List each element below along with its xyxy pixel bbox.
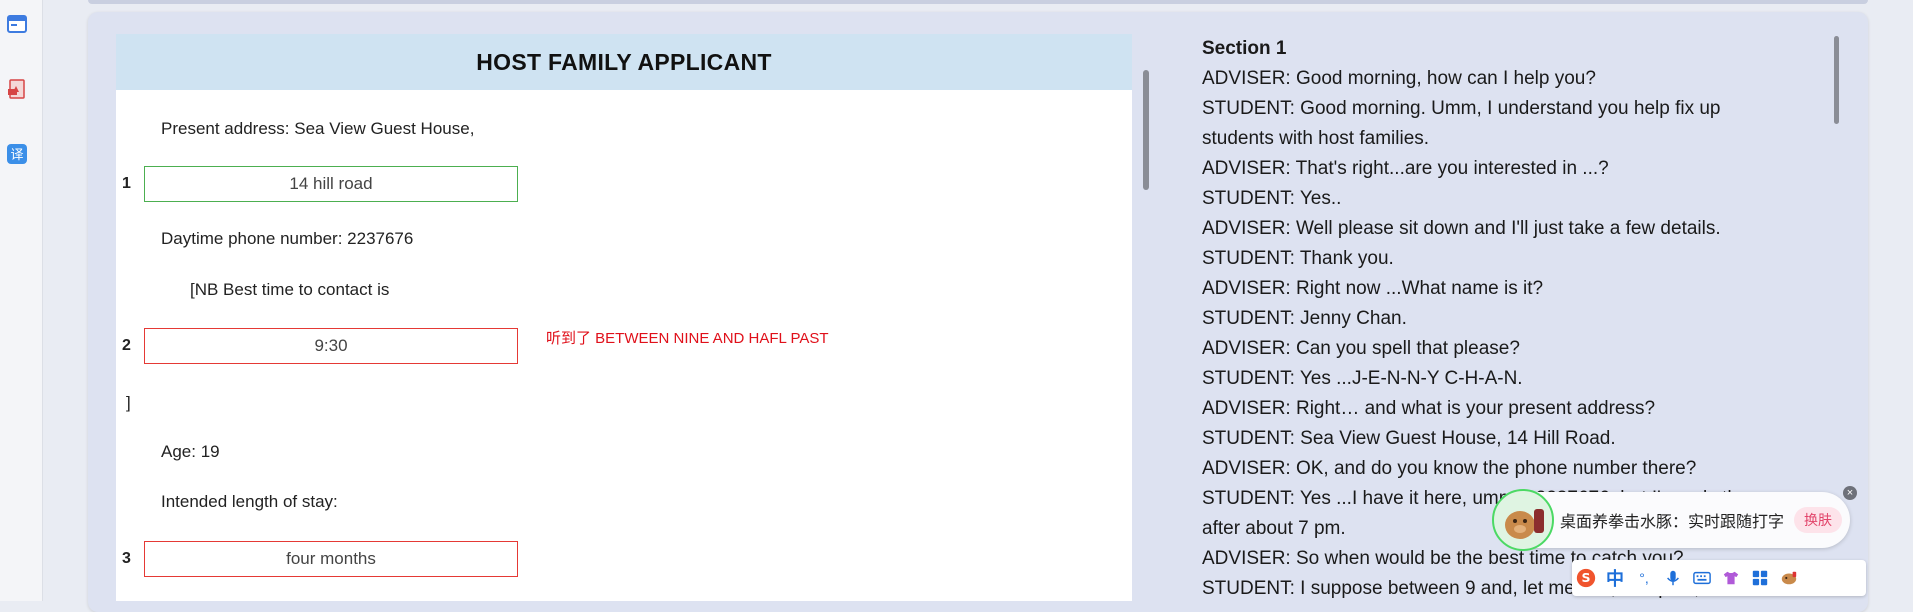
stay-length-label: Intended length of stay:: [161, 492, 338, 511]
browser-window-icon[interactable]: [6, 13, 28, 35]
transcript-section-title: Section 1: [1202, 38, 1287, 59]
transcript-line: ADVISER: Can you spell that please?: [1202, 338, 1520, 359]
transcript-line: STUDENT: Sea View Guest House, 14 Hill R…: [1202, 428, 1616, 449]
phone-label: Daytime phone number: 2237676: [161, 229, 414, 248]
close-icon[interactable]: ×: [1843, 486, 1857, 500]
skin-shirt-icon[interactable]: [1721, 568, 1741, 588]
age-label: Age: 19: [161, 442, 220, 461]
transcript-line: STUDENT: Yes..: [1202, 188, 1342, 209]
transcript-line: ADVISER: Well please sit down and I'll j…: [1202, 218, 1721, 239]
pdf-file-icon[interactable]: [6, 78, 28, 100]
transcript-line: STUDENT: Thank you.: [1202, 248, 1394, 269]
ime-promo-bubble[interactable]: 桌面养拳击水豚：实时跟随打字 换肤: [1492, 489, 1850, 551]
transcript-line: ADVISER: Right… and what is your present…: [1202, 398, 1656, 419]
transcript-line: STUDENT: Jenny Chan.: [1202, 308, 1407, 329]
sogou-logo-icon[interactable]: S: [1576, 568, 1596, 588]
capybara-mascot-icon: [1492, 489, 1554, 551]
form-header: HOST FAMILY APPLICANT: [116, 34, 1132, 90]
transcript-line: STUDENT: Yes ...J-E-N-N-Y C-H-A-N.: [1202, 368, 1523, 389]
left-toolbar: 译: [0, 0, 43, 601]
translate-icon[interactable]: 译: [6, 143, 28, 165]
transcript-line: ADVISER: Right now ...What name is it?: [1202, 278, 1544, 299]
capybara-skin-icon[interactable]: [1779, 568, 1799, 588]
question-number-3: 3: [122, 550, 131, 567]
keyboard-icon[interactable]: [1692, 568, 1712, 588]
ime-promo-text: 桌面养拳击水豚：实时跟随打字: [1560, 514, 1785, 531]
answer-input-2[interactable]: 9:30: [144, 328, 518, 364]
transcript-line: ADVISER: That's right...are you interest…: [1202, 158, 1609, 179]
ime-toolbar: S 中 °,: [1572, 560, 1866, 596]
transcript-line: students with host families.: [1202, 128, 1430, 149]
host-family-form: HOST FAMILY APPLICANT Present address: S…: [116, 34, 1132, 601]
svg-text:译: 译: [10, 148, 23, 163]
transcript-line: ADVISER: OK, and do you know the phone n…: [1202, 458, 1697, 479]
answer-input-1[interactable]: 14 hill road: [144, 166, 518, 202]
punctuation-toggle[interactable]: °,: [1634, 568, 1654, 588]
contact-time-label: [NB Best time to contact is: [190, 280, 390, 299]
chinese-mode-toggle[interactable]: 中: [1605, 568, 1625, 589]
answer-note-2: 听到了 BETWEEN NINE AND HAFL PAST: [546, 330, 829, 347]
form-scrollbar[interactable]: [1143, 70, 1149, 190]
question-number-2: 2: [122, 337, 131, 354]
previous-card-edge: [88, 0, 1868, 4]
skin-switch-button[interactable]: 换肤: [1794, 507, 1843, 533]
present-address-label: Present address: Sea View Guest House,: [161, 119, 475, 138]
transcript-scrollbar[interactable]: [1834, 36, 1839, 124]
transcript-line: ADVISER: Good morning, how can I help yo…: [1202, 68, 1596, 89]
question-number-1: 1: [122, 175, 131, 192]
transcript-line: STUDENT: Good morning. Umm, I understand…: [1202, 98, 1721, 119]
microphone-icon[interactable]: [1663, 568, 1683, 588]
svg-text:S: S: [1581, 570, 1590, 585]
closing-bracket: ]: [126, 393, 131, 412]
answer-input-3[interactable]: four months: [144, 541, 518, 577]
toolbox-grid-icon[interactable]: [1750, 568, 1770, 588]
form-title: HOST FAMILY APPLICANT: [476, 48, 772, 75]
